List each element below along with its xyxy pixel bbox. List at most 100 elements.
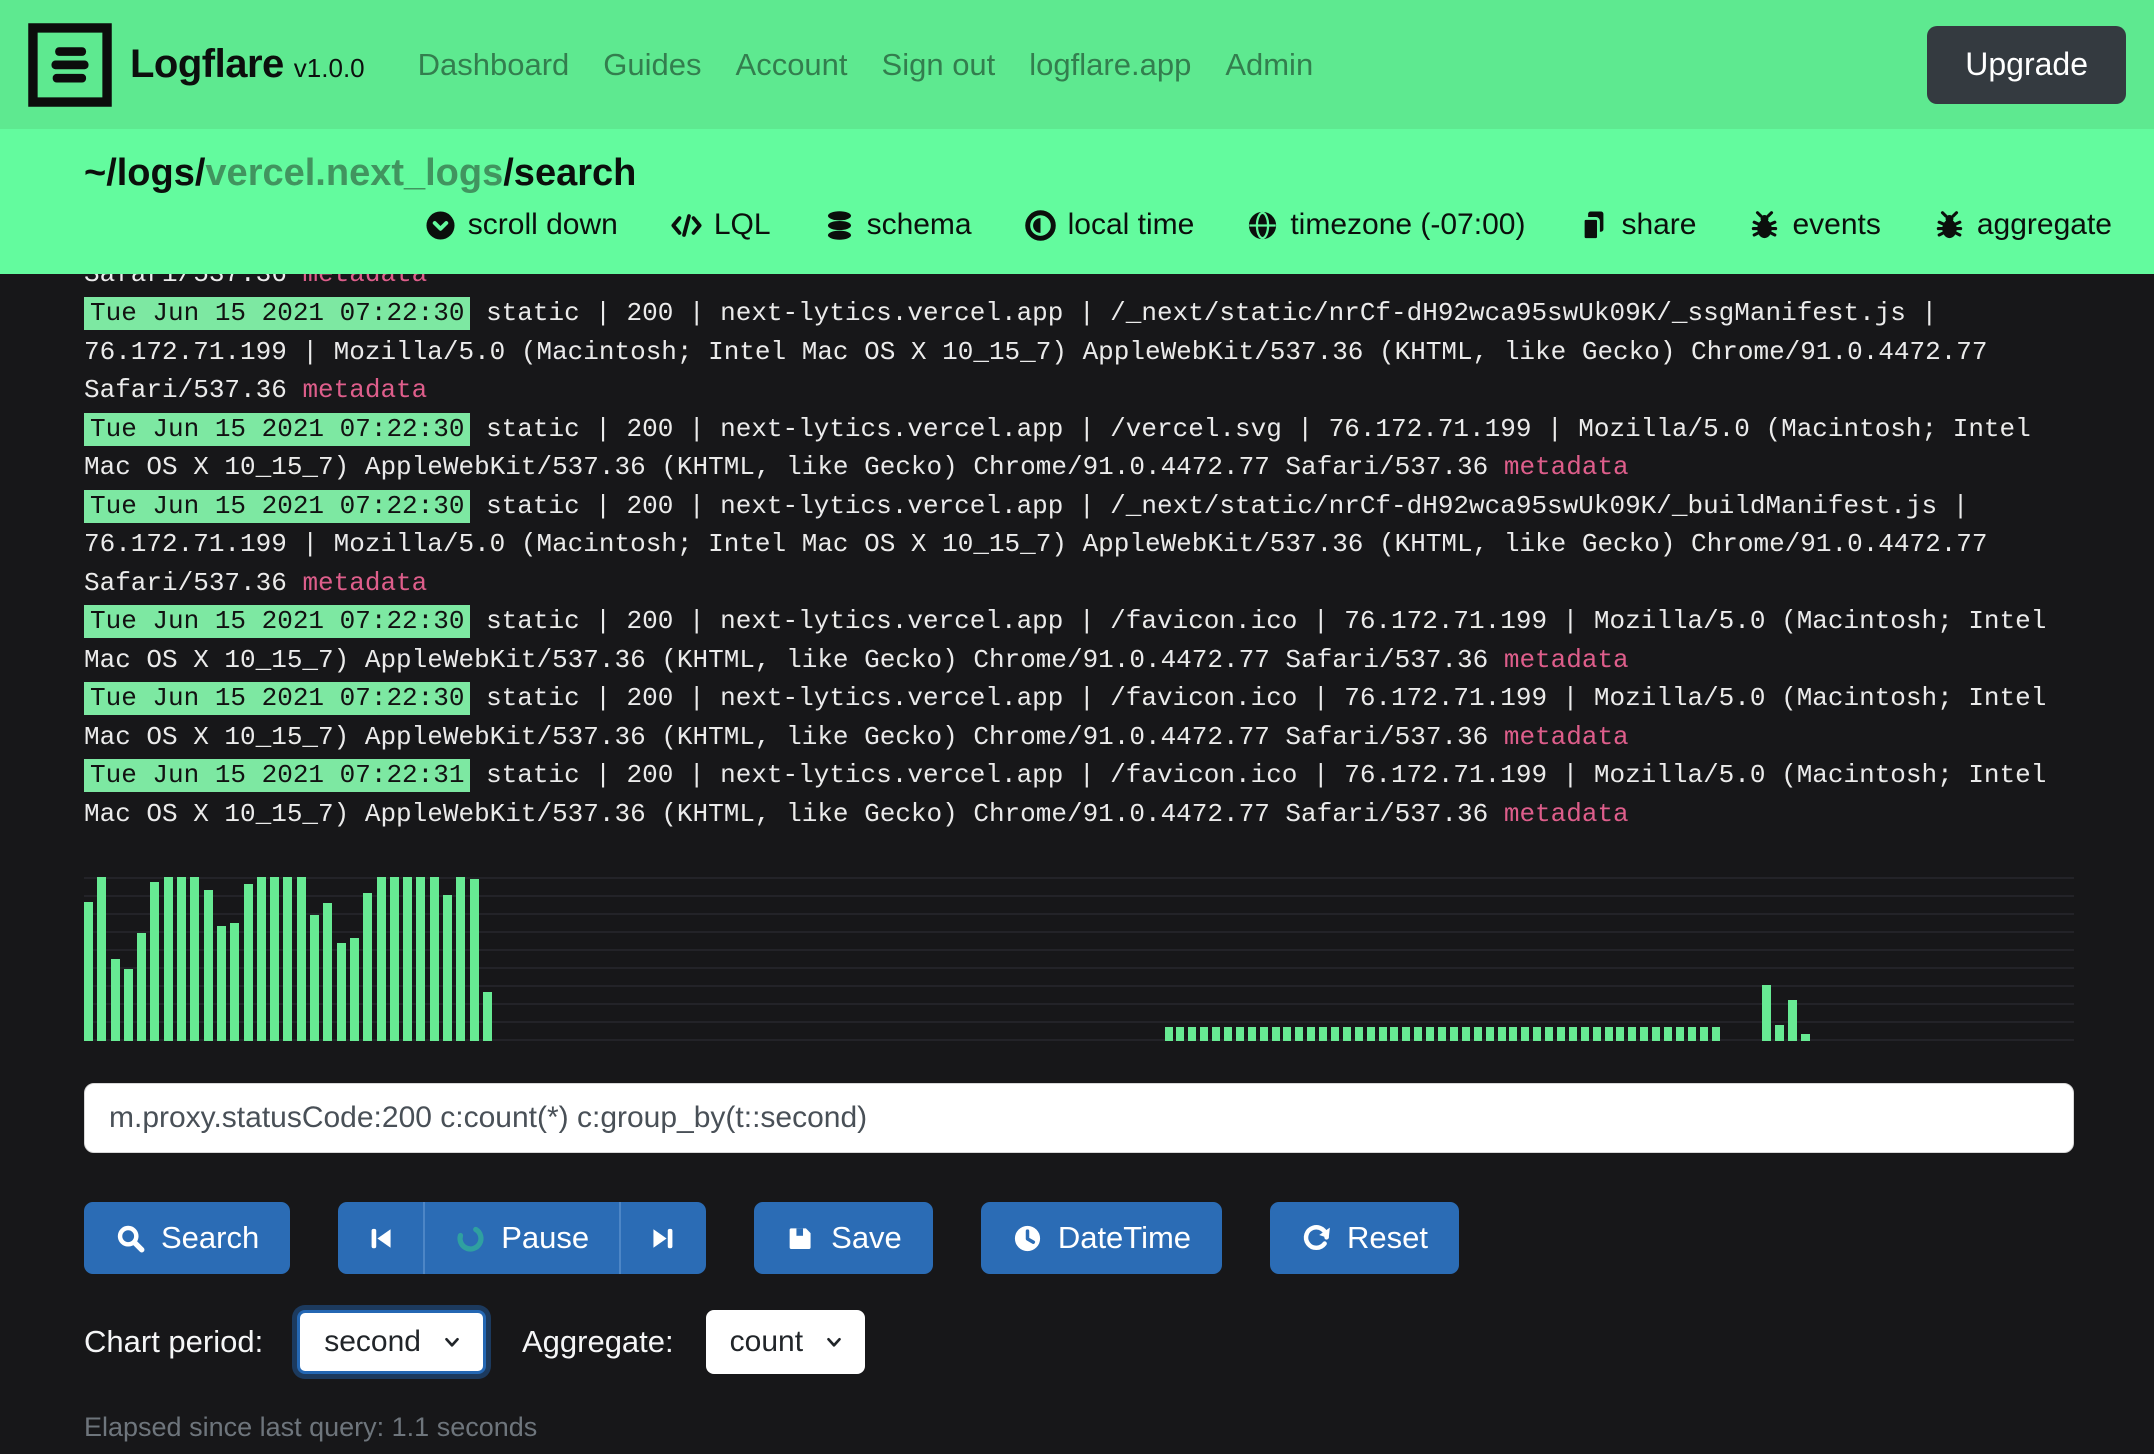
chart-bar <box>84 902 93 1041</box>
chart-bar <box>1331 1027 1339 1041</box>
chart-bar <box>1200 1027 1208 1041</box>
events-button[interactable]: events <box>1748 208 1880 242</box>
chart-controls-row: Chart period: second Aggregate: count <box>84 1310 2074 1374</box>
loading-spinner-icon <box>455 1223 486 1254</box>
chart-bar <box>1640 1027 1648 1041</box>
chart-bar <box>403 877 412 1041</box>
metadata-link[interactable]: metadata <box>1504 645 1629 675</box>
chart-bar <box>1712 1027 1720 1041</box>
breadcrumb-suffix: /search <box>503 152 636 194</box>
logflare-logo-icon[interactable] <box>28 23 112 107</box>
log-partial-clip: Safari/537.36 metadata <box>84 274 2074 294</box>
skip-to-end-button[interactable] <box>619 1202 706 1274</box>
elapsed-status: Elapsed since last query: 1.1 seconds <box>84 1412 2074 1443</box>
reset-button[interactable]: Reset <box>1270 1202 1459 1274</box>
skip-to-start-button[interactable] <box>338 1202 423 1274</box>
lql-button[interactable]: LQL <box>670 208 771 242</box>
database-icon <box>823 209 856 242</box>
navbar: Logflare v1.0.0 Dashboard Guides Account… <box>0 0 2154 129</box>
scroll-down-button[interactable]: scroll down <box>424 208 618 242</box>
nav-link-sign-out[interactable]: Sign out <box>882 47 996 83</box>
chart-bar <box>1509 1027 1517 1041</box>
save-button[interactable]: Save <box>754 1202 933 1274</box>
metadata-link[interactable]: metadata <box>302 568 427 598</box>
chart-bar <box>1248 1027 1256 1041</box>
breadcrumb-source-name[interactable]: vercel.next_logs <box>205 152 503 194</box>
chart-bar <box>1569 1027 1577 1041</box>
chart-bar <box>1224 1027 1232 1041</box>
chevron-circle-down-icon <box>424 209 457 242</box>
metadata-link[interactable]: metadata <box>1504 799 1629 829</box>
app-version: v1.0.0 <box>294 53 365 84</box>
search-input[interactable] <box>84 1083 2074 1153</box>
metadata-link[interactable]: metadata <box>302 375 427 405</box>
chart-bar <box>1426 1027 1434 1041</box>
chart-bar <box>1652 1027 1660 1041</box>
chart-bar <box>1593 1027 1601 1041</box>
clock-icon <box>1012 1223 1043 1254</box>
log-timestamp: Tue Jun 15 2021 07:22:30 <box>84 297 470 330</box>
nav-link-guides[interactable]: Guides <box>603 47 701 83</box>
chart-axis <box>84 1041 2074 1061</box>
chart-bar <box>1319 1027 1327 1041</box>
metadata-link[interactable]: metadata <box>302 274 427 289</box>
chart-bar <box>1176 1027 1184 1041</box>
chart-bar <box>1260 1027 1268 1041</box>
brand: Logflare v1.0.0 <box>130 42 365 87</box>
log-timestamp: Tue Jun 15 2021 07:22:30 <box>84 413 470 446</box>
chart-bar <box>1664 1027 1672 1041</box>
breadcrumb: ~/logs/vercel.next_logs/search <box>84 151 2112 195</box>
nav-link-admin[interactable]: Admin <box>1225 47 1313 83</box>
chart-bar <box>1557 1027 1565 1041</box>
datetime-button[interactable]: DateTime <box>981 1202 1222 1274</box>
code-icon <box>670 209 703 242</box>
subheader: ~/logs/vercel.next_logs/search scroll do… <box>0 129 2154 274</box>
nav-link-dashboard[interactable]: Dashboard <box>418 47 570 83</box>
upgrade-button[interactable]: Upgrade <box>1927 26 2126 104</box>
chart-bar <box>1283 1027 1291 1041</box>
chart-bar <box>1188 1027 1196 1041</box>
chart-bar <box>257 877 266 1041</box>
metadata-link[interactable]: metadata <box>1504 722 1629 752</box>
chart-bar <box>1688 1027 1696 1041</box>
chart-bar <box>390 877 399 1041</box>
chart-bar <box>230 923 239 1041</box>
breadcrumb-prefix: ~/logs/ <box>84 152 205 194</box>
chart-bar <box>190 877 199 1041</box>
log-timestamp: Tue Jun 15 2021 07:22:30 <box>84 682 470 715</box>
chart-bar <box>1390 1027 1398 1041</box>
search-toolbar: scroll down LQL schema local time timezo… <box>84 208 2112 242</box>
nav-link-account[interactable]: Account <box>736 47 848 83</box>
log-entries: Tue Jun 15 2021 07:22:30 static | 200 | … <box>84 294 2074 833</box>
aggregate-button[interactable]: aggregate <box>1933 208 2112 242</box>
chart-bar <box>111 959 120 1041</box>
share-button[interactable]: share <box>1577 208 1696 242</box>
search-button[interactable]: Search <box>84 1202 290 1274</box>
local-time-toggle[interactable]: local time <box>1024 208 1195 242</box>
chart-bar <box>470 879 479 1041</box>
chart-bar <box>150 882 159 1041</box>
log-entry: Safari/537.36 metadata <box>84 274 2074 294</box>
metadata-link[interactable]: metadata <box>1504 452 1629 482</box>
log-entry: Tue Jun 15 2021 07:22:30 static | 200 | … <box>84 410 2074 487</box>
chart-bar <box>1676 1027 1684 1041</box>
chart-bar <box>443 895 452 1041</box>
log-entry: Tue Jun 15 2021 07:22:30 static | 200 | … <box>84 679 2074 756</box>
chart-bar-group <box>1165 877 1720 1041</box>
chart-bar <box>1414 1027 1422 1041</box>
aggregate-select[interactable]: count <box>706 1310 865 1374</box>
chart-period-select[interactable]: second <box>297 1310 486 1374</box>
chart-bar-group <box>1762 877 1811 1041</box>
timezone-button[interactable]: timezone (-07:00) <box>1246 208 1525 242</box>
globe-icon <box>1246 209 1279 242</box>
chart-bar <box>1521 1027 1529 1041</box>
pause-button[interactable]: Pause <box>423 1202 619 1274</box>
chart-bar <box>1307 1027 1315 1041</box>
nav-link-logflare-app[interactable]: logflare.app <box>1029 47 1191 83</box>
schema-button[interactable]: schema <box>823 208 972 242</box>
chart-bar <box>1545 1027 1553 1041</box>
chevron-down-icon <box>441 1331 463 1353</box>
chart-bar <box>1700 1027 1708 1041</box>
chart-bar <box>297 877 306 1041</box>
copy-icon <box>1577 209 1610 242</box>
